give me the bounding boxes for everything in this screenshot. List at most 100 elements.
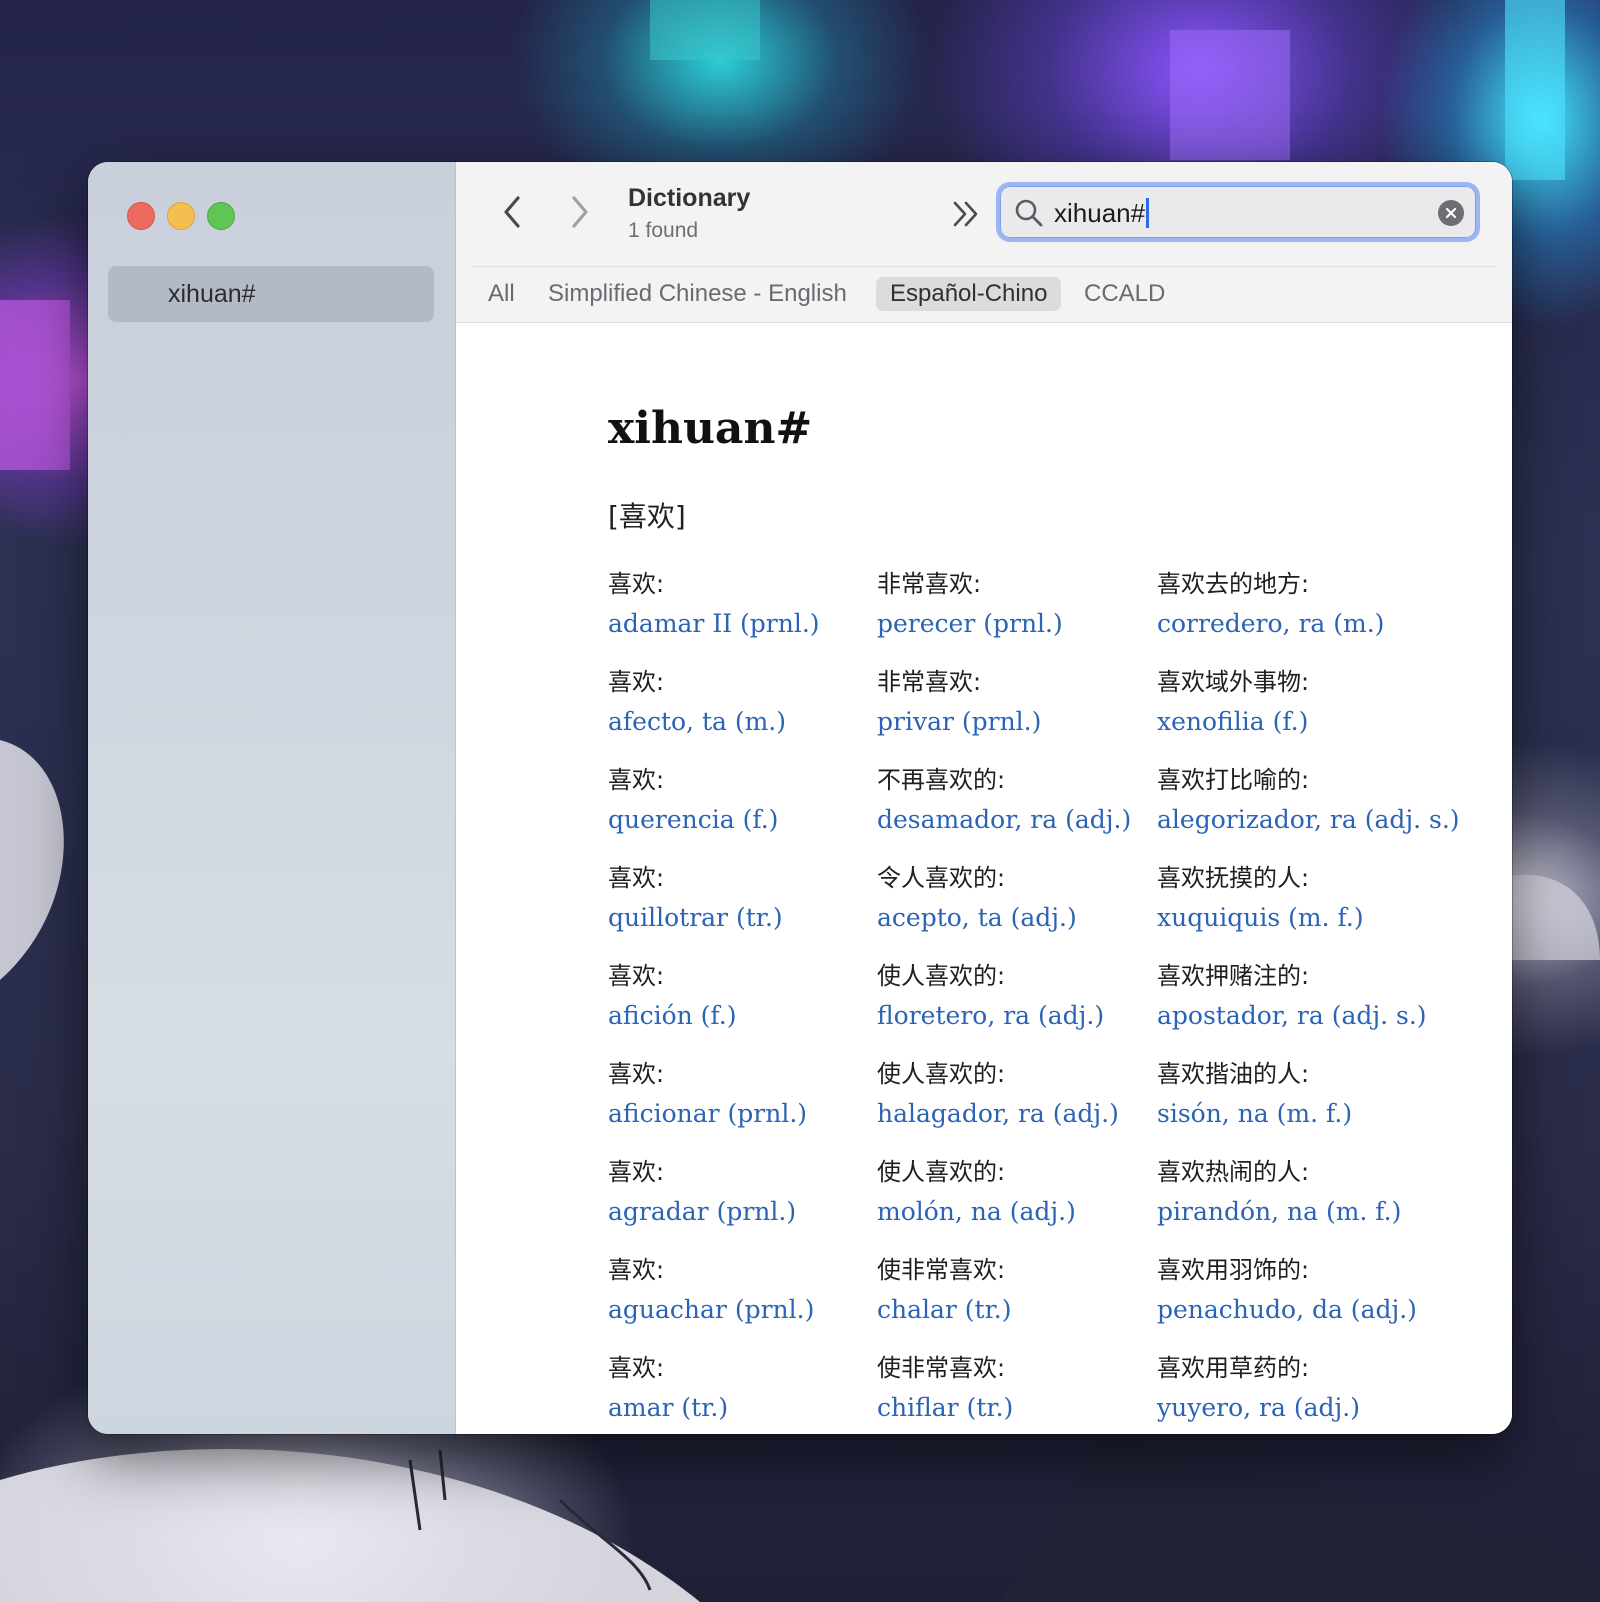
entry-item: 喜欢押赌注的: apostador, ra (adj. s.) <box>1157 961 1447 1031</box>
close-window-button[interactable] <box>127 202 155 230</box>
entry-item: 喜欢打比喻的: alegorizador, ra (adj. s.) <box>1157 765 1460 835</box>
entry-hanzi: [喜欢] <box>608 500 686 533</box>
entry-spanish-link[interactable]: agradar (prnl.) <box>608 1197 898 1227</box>
entry-spanish-link[interactable]: quillotrar (tr.) <box>608 903 898 933</box>
entry-spanish-link[interactable]: perecer (prnl.) <box>877 609 1167 639</box>
entry-item: 喜欢域外事物: xenofilia (f.) <box>1157 667 1447 737</box>
entry-chinese-label: 喜欢域外事物: <box>1157 668 1310 696</box>
entry-chinese-label: 喜欢: <box>608 1256 665 1284</box>
sidebar-item-history[interactable]: xihuan# <box>108 266 434 322</box>
entry-item: 喜欢: afecto, ta (m.) <box>608 667 898 737</box>
entry-chinese-label: 使非常喜欢: <box>877 1354 1006 1382</box>
tab-all[interactable]: All <box>474 277 529 311</box>
entry-chinese-label: 使人喜欢的: <box>877 1060 1006 1088</box>
entry-spanish-link[interactable]: chiflar (tr.) <box>877 1393 1167 1423</box>
entry-spanish-link[interactable]: privar (prnl.) <box>877 707 1167 737</box>
entry-spanish-link[interactable]: apostador, ra (adj. s.) <box>1157 1001 1447 1031</box>
entry-chinese-label: 喜欢去的地方: <box>1157 570 1310 598</box>
entry-chinese-label: 不再喜欢的: <box>877 766 1006 794</box>
main-pane: Dictionary 1 found xihuan# All Simplifie… <box>456 162 1512 1434</box>
entry-spanish-link[interactable]: afición (f.) <box>608 1001 898 1031</box>
entry-spanish-link[interactable]: adamar II (prnl.) <box>608 609 898 639</box>
entry-spanish-link[interactable]: amar (tr.) <box>608 1393 898 1423</box>
window-title: Dictionary <box>628 184 751 212</box>
search-icon <box>1015 199 1043 227</box>
tab-simplified-chinese-english[interactable]: Simplified Chinese - English <box>534 277 861 311</box>
entry-item: 喜欢: aguachar (prnl.) <box>608 1255 898 1325</box>
entry-chinese-label: 喜欢: <box>608 570 665 598</box>
entry-item: 不再喜欢的: desamador, ra (adj.) <box>877 765 1167 835</box>
entry-chinese-label: 喜欢: <box>608 864 665 892</box>
entry-item: 喜欢热闹的人: pirandón, na (m. f.) <box>1157 1157 1447 1227</box>
entry-spanish-link[interactable]: aguachar (prnl.) <box>608 1295 898 1325</box>
minimize-window-button[interactable] <box>167 202 195 230</box>
entry-spanish-link[interactable]: floretero, ra (adj.) <box>877 1001 1167 1031</box>
entry-chinese-label: 使人喜欢的: <box>877 1158 1006 1186</box>
entry-spanish-link[interactable]: molón, na (adj.) <box>877 1197 1167 1227</box>
entry-chinese-label: 喜欢打比喻的: <box>1157 766 1310 794</box>
entry-chinese-label: 喜欢押赌注的: <box>1157 962 1310 990</box>
entry-item: 喜欢: agradar (prnl.) <box>608 1157 898 1227</box>
entry-chinese-label: 非常喜欢: <box>877 570 982 598</box>
entry-headword: xihuan# <box>608 403 813 454</box>
entry-spanish-link[interactable]: acepto, ta (adj.) <box>877 903 1167 933</box>
entry-spanish-link[interactable]: desamador, ra (adj.) <box>877 805 1167 835</box>
entry-item: 使人喜欢的: molón, na (adj.) <box>877 1157 1167 1227</box>
back-chevron-icon <box>504 196 520 228</box>
entry-item: 喜欢: aficionar (prnl.) <box>608 1059 898 1129</box>
more-toolbar-items-button[interactable] <box>950 198 982 230</box>
entry-item: 使非常喜欢: chalar (tr.) <box>877 1255 1167 1325</box>
entry-chinese-label: 喜欢: <box>608 1060 665 1088</box>
entry-chinese-label: 喜欢用草药的: <box>1157 1354 1310 1382</box>
back-button[interactable] <box>492 192 532 232</box>
entry-spanish-link[interactable]: aficionar (prnl.) <box>608 1099 898 1129</box>
tab-ccald[interactable]: CCALD <box>1070 277 1179 311</box>
entry-spanish-link[interactable]: corredero, ra (m.) <box>1157 609 1447 639</box>
entry-chinese-label: 喜欢: <box>608 1354 665 1382</box>
entry-chinese-label: 喜欢: <box>608 962 665 990</box>
expand-chevrons-icon <box>953 201 978 227</box>
tab-espanol-chino[interactable]: Español-Chino <box>876 277 1062 311</box>
zoom-window-button[interactable] <box>207 202 235 230</box>
entry-item: 喜欢抚摸的人: xuquiquis (m. f.) <box>1157 863 1447 933</box>
entry-item: 喜欢揩油的人: sisón, na (m. f.) <box>1157 1059 1447 1129</box>
entry-item: 喜欢: adamar II (prnl.) <box>608 569 898 639</box>
entry-item: 喜欢: quillotrar (tr.) <box>608 863 898 933</box>
entry-chinese-label: 喜欢: <box>608 668 665 696</box>
entry-item: 非常喜欢: perecer (prnl.) <box>877 569 1167 639</box>
toolbar: Dictionary 1 found xihuan# All Simplifie… <box>456 162 1512 323</box>
entry-spanish-link[interactable]: alegorizador, ra (adj. s.) <box>1157 805 1460 835</box>
result-count: 1 found <box>628 219 699 242</box>
entry-chinese-label: 使人喜欢的: <box>877 962 1006 990</box>
entry-item: 喜欢: querencia (f.) <box>608 765 898 835</box>
search-input-value: xihuan# <box>1054 198 1146 228</box>
entry-item: 非常喜欢: privar (prnl.) <box>877 667 1167 737</box>
sidebar: xihuan# <box>88 162 456 1434</box>
entry-spanish-link[interactable]: chalar (tr.) <box>877 1295 1167 1325</box>
entry-item: 喜欢用草药的: yuyero, ra (adj.) <box>1157 1353 1447 1423</box>
dictionary-window: xihuan# Dictionary 1 found xihuan# All S… <box>88 162 1512 1434</box>
dictionary-tabs: All Simplified Chinese - English Español… <box>472 266 1496 323</box>
clear-icon <box>1445 207 1457 219</box>
entry-chinese-label: 喜欢热闹的人: <box>1157 1158 1310 1186</box>
entry-spanish-link[interactable]: penachudo, da (adj.) <box>1157 1295 1447 1325</box>
entry-item: 喜欢: amar (tr.) <box>608 1353 898 1423</box>
forward-chevron-icon <box>572 196 588 228</box>
entry-chinese-label: 令人喜欢的: <box>877 864 1006 892</box>
entry-chinese-label: 喜欢: <box>608 1158 665 1186</box>
entry-spanish-link[interactable]: xuquiquis (m. f.) <box>1157 903 1447 933</box>
clear-search-button[interactable] <box>1438 200 1464 226</box>
entry-spanish-link[interactable]: querencia (f.) <box>608 805 898 835</box>
entry-spanish-link[interactable]: pirandón, na (m. f.) <box>1157 1197 1447 1227</box>
entry-item: 令人喜欢的: acepto, ta (adj.) <box>877 863 1167 933</box>
entry-spanish-link[interactable]: afecto, ta (m.) <box>608 707 898 737</box>
entry-spanish-link[interactable]: yuyero, ra (adj.) <box>1157 1393 1447 1423</box>
title-block: Dictionary 1 found <box>628 184 750 243</box>
search-input[interactable]: xihuan# <box>1054 198 1150 228</box>
search-field[interactable]: xihuan# <box>996 182 1480 242</box>
entry-item: 喜欢去的地方: corredero, ra (m.) <box>1157 569 1447 639</box>
entry-spanish-link[interactable]: xenofilia (f.) <box>1157 707 1447 737</box>
entry-spanish-link[interactable]: halagador, ra (adj.) <box>877 1099 1167 1129</box>
entry-spanish-link[interactable]: sisón, na (m. f.) <box>1157 1099 1447 1129</box>
forward-button[interactable] <box>560 192 600 232</box>
